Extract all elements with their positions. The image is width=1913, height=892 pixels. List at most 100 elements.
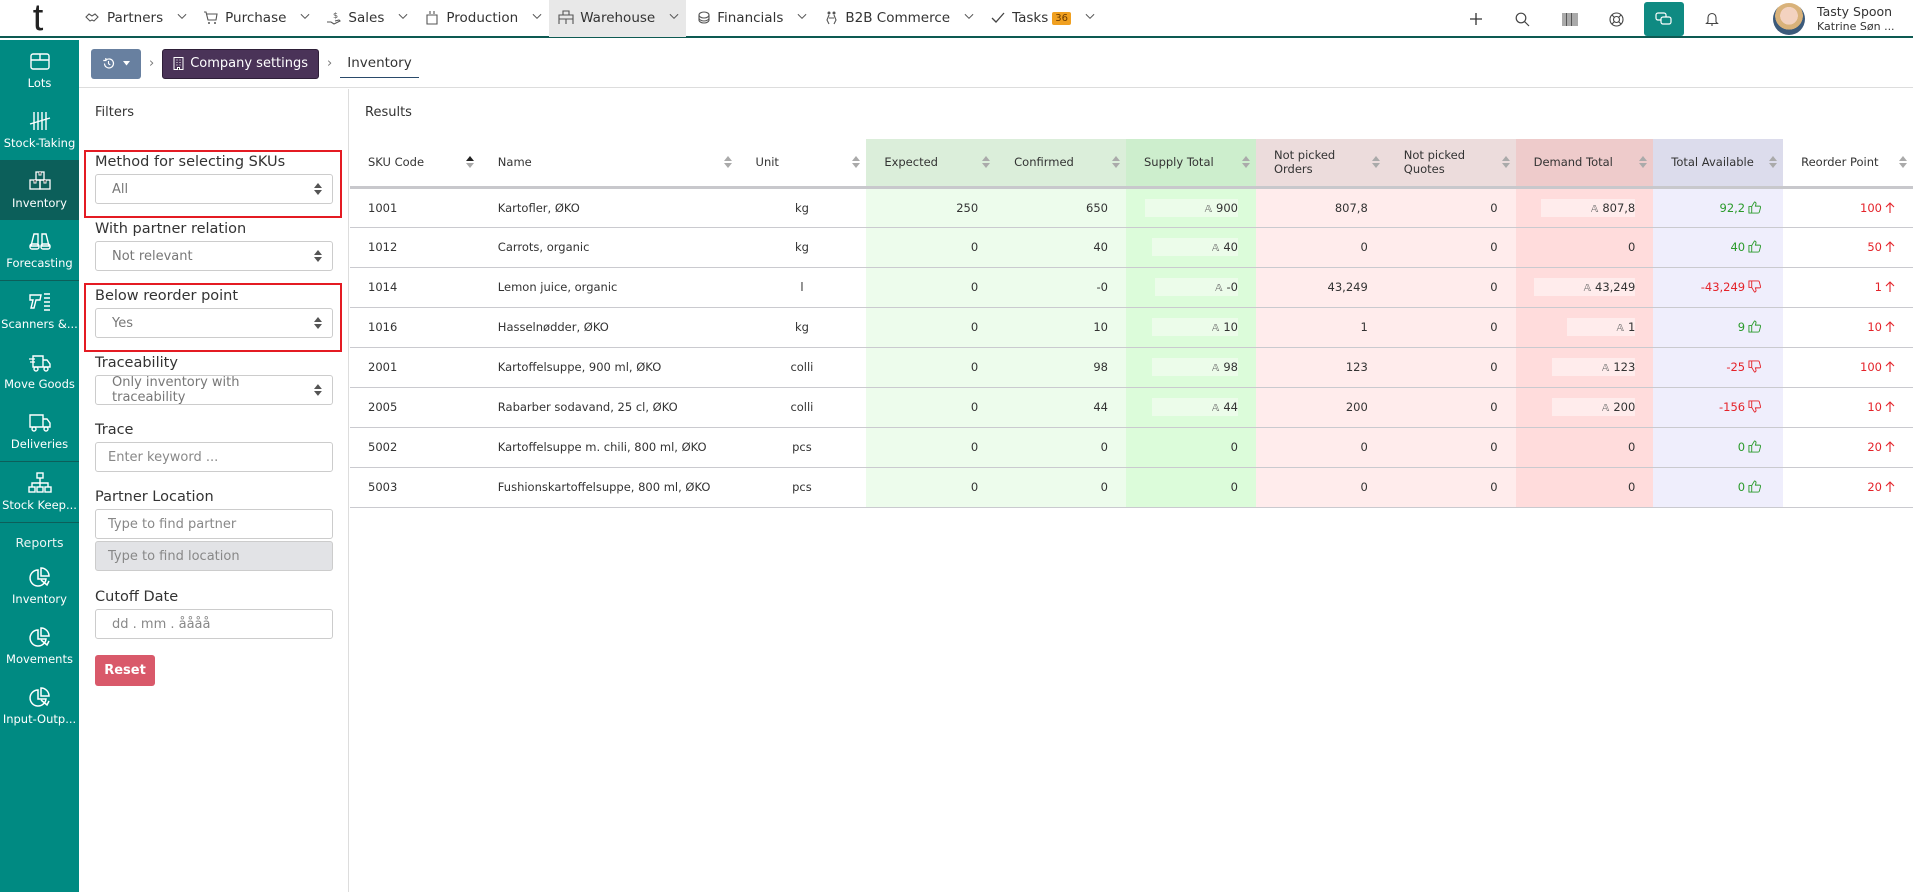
chevron-down-icon[interactable]: [669, 13, 679, 23]
cell-not-picked-orders: 1: [1255, 307, 1386, 348]
cell-supply-total[interactable]: 𝔸 900: [1125, 187, 1256, 228]
cell-supply-total[interactable]: 0: [1125, 467, 1256, 508]
cell-total-available: 40: [1653, 227, 1784, 268]
cutoff-date-input[interactable]: dd . mm . åååå: [95, 609, 333, 639]
cell-unit: kg: [737, 227, 867, 268]
cell-demand-total[interactable]: 𝔸 43,249: [1515, 267, 1654, 308]
sidebar-item-movements[interactable]: Movements: [0, 616, 79, 676]
history-icon: [103, 58, 115, 69]
column-header-not-picked-orders[interactable]: Not picked Orders: [1255, 139, 1386, 189]
nav-b2b-commerce[interactable]: B2B Commerce: [814, 0, 981, 37]
table-row[interactable]: 5003 Fushionskartoffelsuppe, 800 ml, ØKO p…: [350, 467, 1913, 508]
table-row[interactable]: 1016 Hasselnødder, ØKO kg 0 10 𝔸 10 1 0 𝔸 1 9 10: [350, 307, 1913, 348]
cell-supply-total[interactable]: 𝔸 40: [1125, 227, 1256, 268]
cell-total-available: -156: [1653, 387, 1784, 428]
column-header-demand-total[interactable]: Demand Total: [1515, 139, 1654, 189]
barcode-button[interactable]: [1546, 0, 1593, 38]
chat-button[interactable]: [1644, 2, 1684, 36]
add-button[interactable]: [1452, 0, 1499, 38]
method-select[interactable]: All: [95, 174, 333, 204]
table-row[interactable]: 2001 Kartoffelsuppe, 900 ml, ØKO colli 0 98 𝔸…: [350, 347, 1913, 388]
nav-financials[interactable]: Financials: [686, 0, 814, 37]
reset-button[interactable]: Reset: [95, 655, 155, 686]
cell-supply-total[interactable]: 𝔸 98: [1125, 347, 1256, 388]
column-header-expected[interactable]: Expected: [866, 139, 997, 189]
sidebar-item-stock-taking[interactable]: Stock-Taking: [0, 100, 79, 160]
partner-input[interactable]: Type to find partner: [95, 509, 333, 539]
column-header-unit[interactable]: Unit: [737, 139, 867, 189]
breadcrumb-company-settings[interactable]: Company settings: [162, 48, 320, 79]
sidebar-item-scanners[interactable]: Scanners &...: [0, 281, 79, 341]
sidebar-item-deliveries[interactable]: Deliveries: [0, 401, 79, 461]
cell-unit: kg: [737, 187, 867, 228]
cell-demand-total[interactable]: 𝔸1: [1515, 307, 1654, 348]
breakdown-icon: 𝔸: [1215, 283, 1223, 294]
sidebar-item-forecasting[interactable]: Forecasting: [0, 220, 79, 280]
table-row[interactable]: 5002 Kartoffelsuppe m. chili, 800 ml, ØKO…: [350, 427, 1913, 468]
chevron-down-icon[interactable]: [398, 13, 408, 23]
chevron-down-icon[interactable]: [300, 13, 310, 23]
column-header-name[interactable]: Name: [479, 139, 738, 189]
sidebar-item-inventory[interactable]: Inventory: [0, 160, 79, 220]
column-header-not-picked-quotes[interactable]: Not picked Quotes: [1385, 139, 1516, 189]
chevron-down-icon[interactable]: [797, 13, 807, 23]
sort-icon: [1639, 156, 1648, 169]
cell-supply-total[interactable]: 𝔸 44: [1125, 387, 1256, 428]
sort-asc-icon: [465, 156, 474, 169]
breadcrumb-current[interactable]: Inventory: [340, 49, 419, 78]
sidebar-item-move-goods[interactable]: Move Goods: [0, 341, 79, 401]
nav-purchase[interactable]: Purchase: [194, 0, 317, 37]
sidebar-item-lots[interactable]: Lots: [0, 40, 79, 100]
partner-relation-select[interactable]: Not relevant: [95, 241, 333, 271]
column-header-total-available[interactable]: Total Available: [1653, 139, 1784, 189]
nav-partners[interactable]: Partners: [76, 0, 194, 37]
nav-warehouse[interactable]: Warehouse: [549, 0, 687, 37]
cell-demand-total[interactable]: 𝔸 200: [1515, 387, 1654, 428]
chevron-down-icon[interactable]: [532, 13, 542, 23]
location-input[interactable]: Type to find location: [95, 541, 333, 571]
column-header-sku-code[interactable]: SKU Code: [350, 139, 480, 189]
user-menu[interactable]: Tasty Spoon Katrine Søn ...: [1773, 3, 1913, 35]
thumbs-up-icon: [1748, 200, 1762, 214]
sort-icon: [1111, 156, 1120, 169]
table-row[interactable]: 1001 Kartofler, ØKO kg 250 650 𝔸 900 807,8 0 𝔸 807…: [350, 187, 1913, 228]
history-button[interactable]: [91, 48, 141, 79]
search-button[interactable]: [1499, 0, 1546, 38]
nav-sales[interactable]: $ Sales: [317, 0, 415, 37]
column-header-supply-total[interactable]: Supply Total: [1125, 139, 1256, 189]
cell-supply-total[interactable]: 𝔸 -0: [1125, 267, 1256, 308]
cell-demand-total[interactable]: 𝔸 123: [1515, 347, 1654, 388]
cell-demand-total[interactable]: 0: [1515, 427, 1654, 468]
production-icon: [424, 10, 440, 26]
nav-production[interactable]: Production: [415, 0, 549, 37]
reorder-select[interactable]: Yes: [95, 308, 333, 338]
nav-label: Production: [446, 10, 519, 26]
sidebar-item-inventory[interactable]: Inventory: [0, 556, 79, 616]
trace-input[interactable]: Enter keyword ...: [95, 442, 333, 472]
sidebar-item-stock-keep[interactable]: Stock Keep...: [0, 462, 79, 522]
cell-demand-total[interactable]: 0: [1515, 467, 1654, 508]
traceability-select[interactable]: Only inventory with traceability: [95, 375, 333, 405]
cell-supply-total[interactable]: 0: [1125, 427, 1256, 468]
cell-demand-total[interactable]: 0: [1515, 227, 1654, 268]
app-logo[interactable]: t: [0, 0, 76, 37]
notifications-button[interactable]: [1688, 0, 1735, 38]
cell-confirmed: 0: [996, 427, 1126, 468]
table-row[interactable]: 2005 Rabarber sodavand, 25 cl, ØKO colli 0 4…: [350, 387, 1913, 428]
cell-demand-total[interactable]: 𝔸 807,8: [1515, 187, 1654, 228]
table-row[interactable]: 1014 Lemon juice, organic l 0 -0 𝔸 -0 43,249 0 𝔸 4…: [350, 267, 1913, 308]
column-header-reorder-point[interactable]: Reorder Point: [1783, 139, 1913, 189]
column-header-confirmed[interactable]: Confirmed: [996, 139, 1126, 189]
chevron-down-icon[interactable]: [177, 13, 187, 23]
nav-tasks[interactable]: Tasks 36: [981, 0, 1102, 37]
help-button[interactable]: [1593, 0, 1640, 38]
chevron-down-icon[interactable]: [1085, 13, 1095, 23]
sort-icon: [1241, 156, 1250, 169]
cell-supply-total[interactable]: 𝔸 10: [1125, 307, 1256, 348]
table-row[interactable]: 1012 Carrots, organic kg 0 40 𝔸 40 0 0 0 40 50: [350, 227, 1913, 268]
chevron-down-icon[interactable]: [964, 13, 974, 23]
arrow-up-icon: [1885, 401, 1895, 412]
cell-reorder-point: 10: [1783, 387, 1913, 428]
avatar: [1773, 3, 1805, 35]
sidebar-item-input-outp[interactable]: Input-Outp...: [0, 676, 79, 736]
